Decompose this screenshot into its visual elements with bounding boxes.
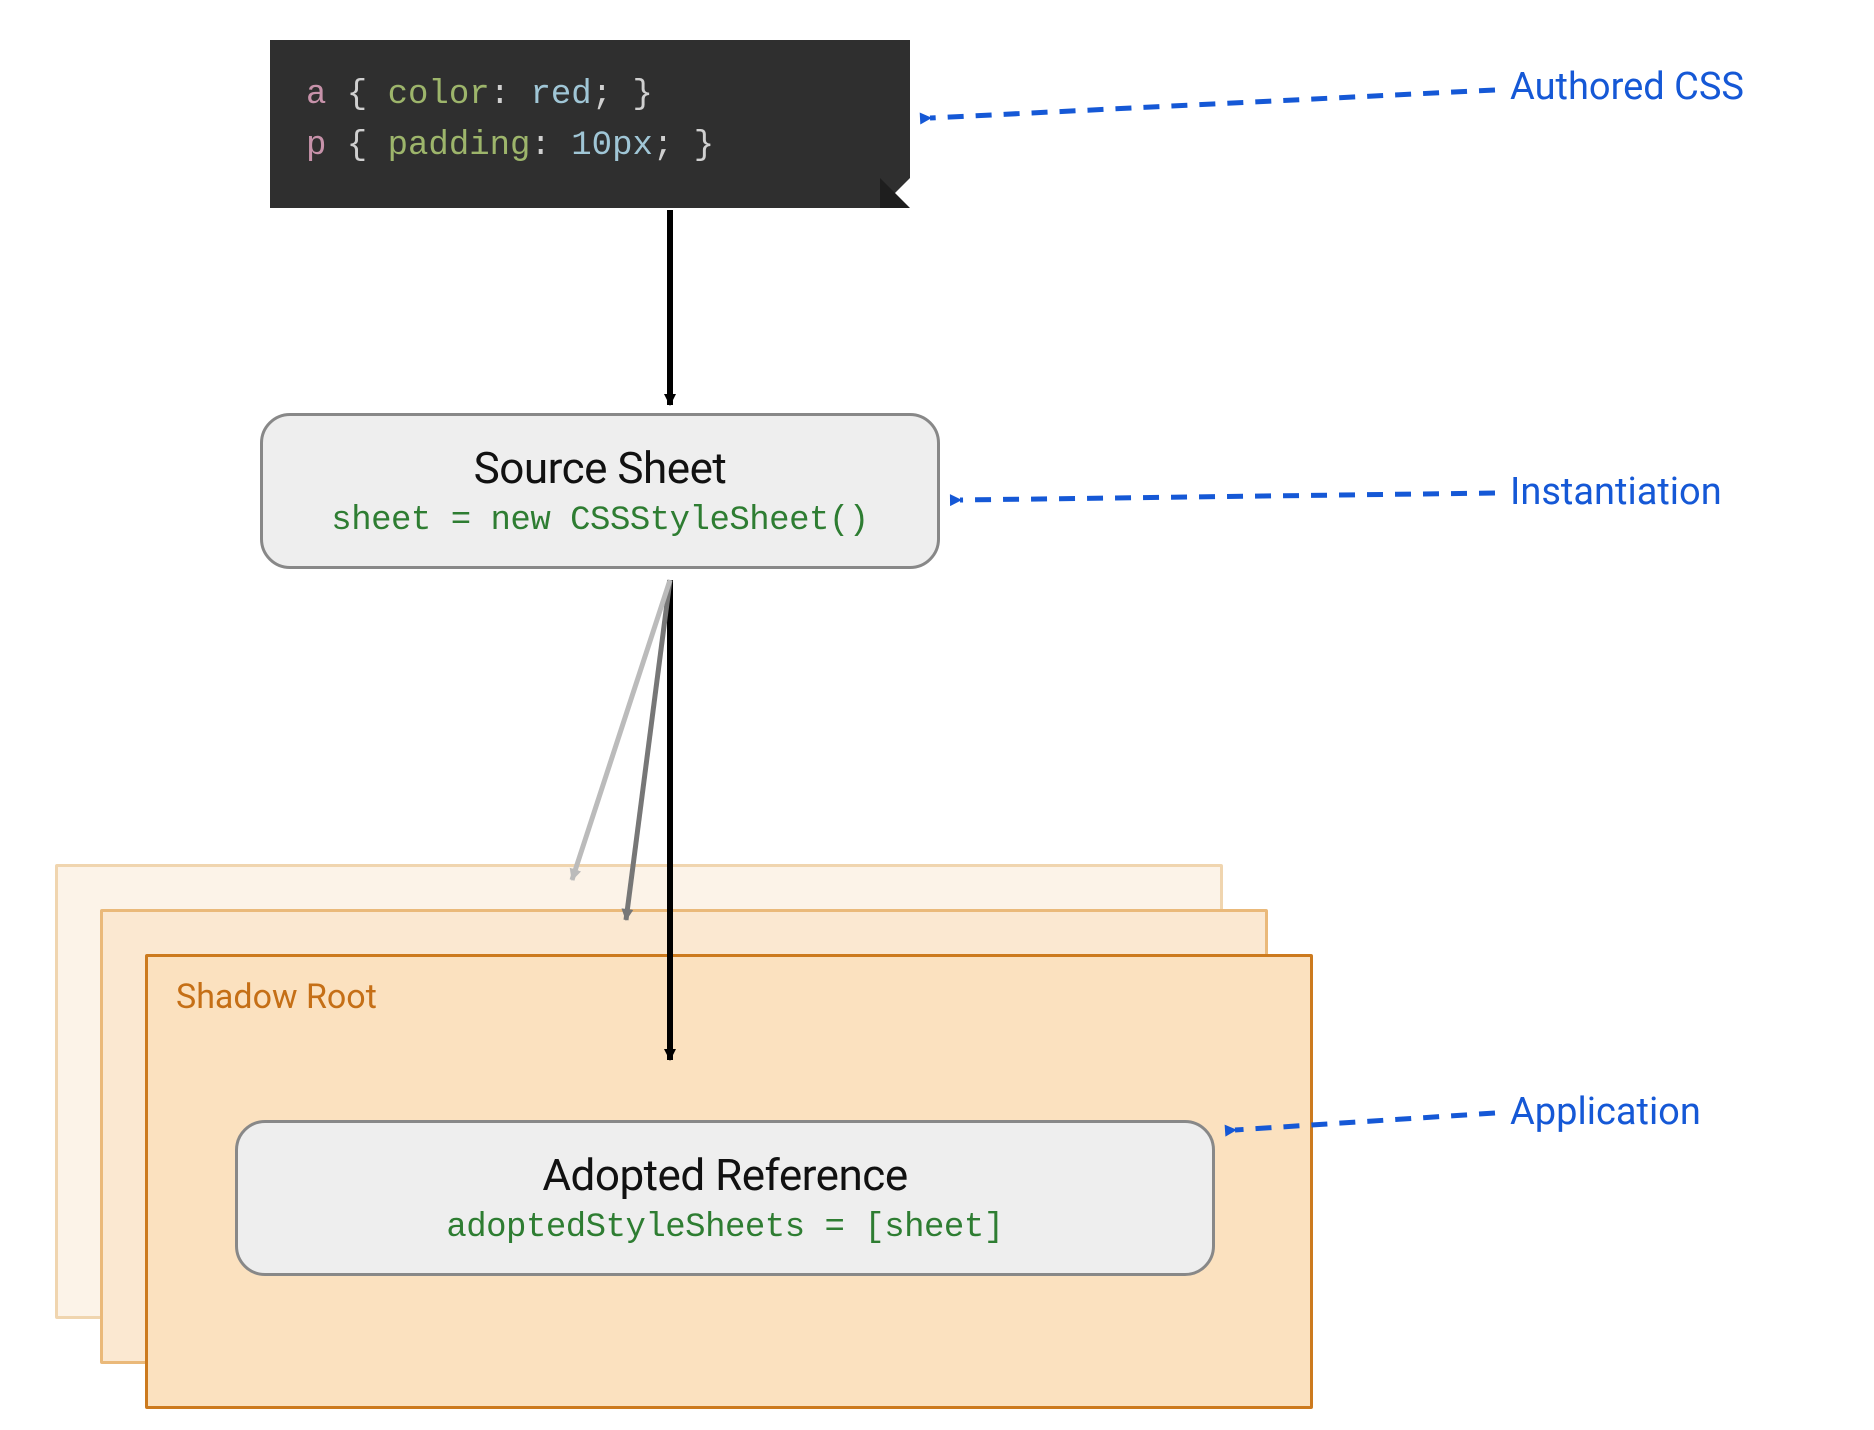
source-sheet-box: Source Sheet sheet = new CSSStyleSheet() bbox=[260, 413, 940, 569]
code-property: padding bbox=[388, 127, 531, 165]
shadow-root-label: Shadow Root bbox=[148, 957, 405, 1037]
dashed-arrow-instantiation bbox=[960, 493, 1495, 500]
adopted-reference-box: Adopted Reference adoptedStyleSheets = [… bbox=[235, 1120, 1215, 1276]
code-line-2: p { padding: 10px; } bbox=[306, 121, 874, 172]
annotation-instantiation: Instantiation bbox=[1510, 470, 1722, 514]
code-brace-close: ; } bbox=[653, 127, 714, 165]
source-sheet-code: sheet = new CSSStyleSheet() bbox=[299, 502, 901, 540]
code-colon: : bbox=[490, 76, 531, 114]
page-fold-corner-icon bbox=[880, 178, 910, 208]
code-selector: p bbox=[306, 127, 326, 165]
diagram-stage: a { color: red; } p { padding: 10px; } S… bbox=[0, 0, 1874, 1430]
dashed-arrow-authored bbox=[930, 90, 1495, 118]
arrow-source-to-back bbox=[572, 580, 670, 880]
code-brace-open: { bbox=[326, 76, 387, 114]
annotation-application: Application bbox=[1510, 1090, 1701, 1134]
code-value: red bbox=[530, 76, 591, 114]
code-brace-close: ; } bbox=[592, 76, 653, 114]
annotation-authored-css: Authored CSS bbox=[1510, 65, 1744, 109]
code-line-1: a { color: red; } bbox=[306, 70, 874, 121]
authored-css-codeblock: a { color: red; } p { padding: 10px; } bbox=[270, 40, 910, 208]
code-colon: : bbox=[530, 127, 571, 165]
source-sheet-title: Source Sheet bbox=[299, 442, 901, 494]
code-selector: a bbox=[306, 76, 326, 114]
adopted-reference-title: Adopted Reference bbox=[274, 1149, 1176, 1201]
code-property: color bbox=[388, 76, 490, 114]
code-value: 10px bbox=[571, 127, 653, 165]
code-brace-open: { bbox=[326, 127, 387, 165]
adopted-reference-code: adoptedStyleSheets = [sheet] bbox=[274, 1209, 1176, 1247]
